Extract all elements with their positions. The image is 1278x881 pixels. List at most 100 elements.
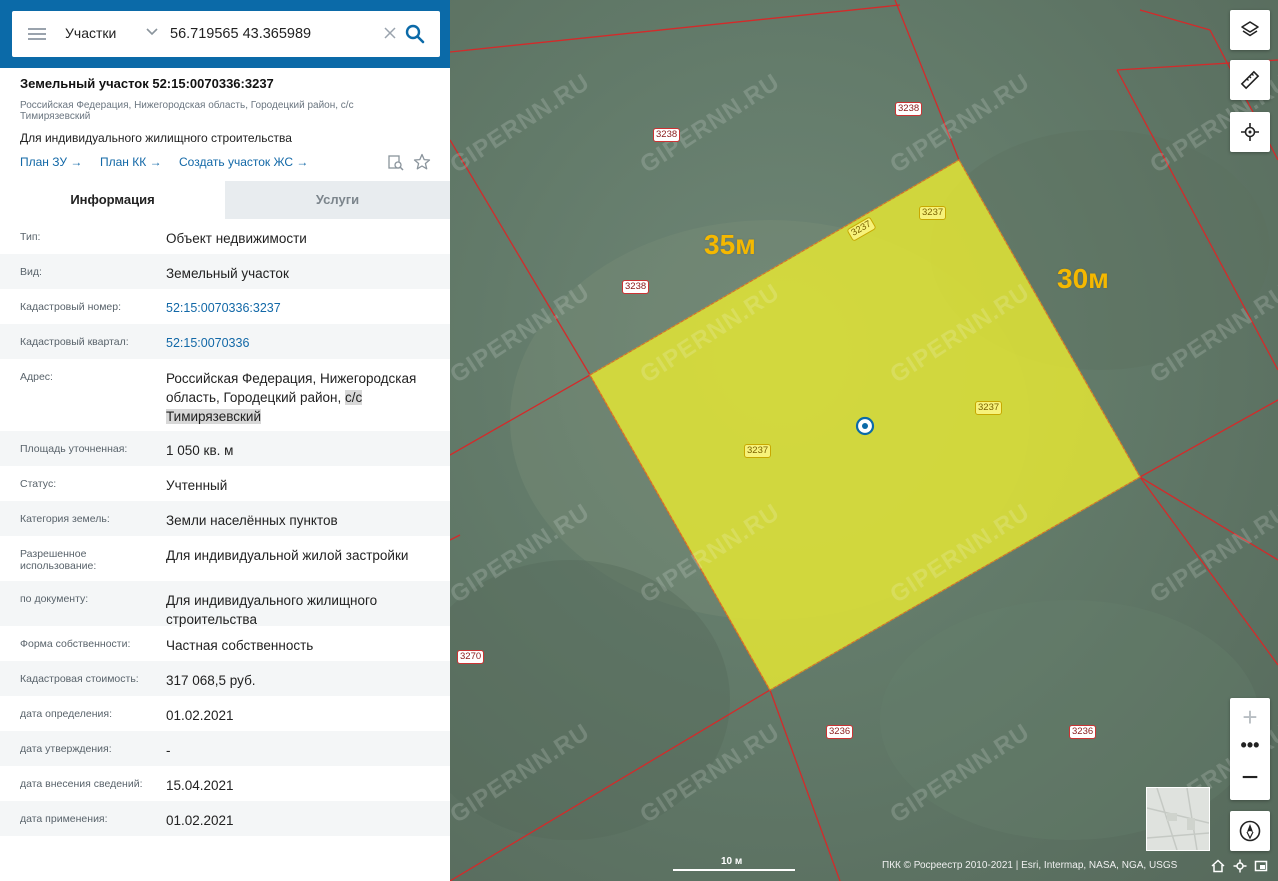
search-icon[interactable] — [405, 24, 425, 44]
clear-icon[interactable] — [383, 23, 399, 43]
object-address: Российская Федерация, Нижегородская обла… — [20, 100, 354, 122]
search-bar: Участки — [0, 0, 450, 68]
property-row: дата внесения сведений: 15.04.2021 — [0, 766, 450, 801]
property-value: Для индивидуального жилищного строительс… — [166, 593, 378, 627]
property-label: Кадастровый номер: — [20, 301, 122, 313]
plot-label[interactable]: 3238 — [622, 280, 650, 294]
property-value: Земли населённых пунктов — [166, 513, 338, 528]
property-row: Кадастровый квартал: 52:15:0070336 — [0, 324, 450, 359]
property-label: дата внесения сведений: — [20, 778, 143, 790]
compass-button[interactable] — [1230, 811, 1270, 851]
property-label: дата определения: — [20, 708, 113, 720]
plot-label[interactable]: 3237 — [975, 401, 1003, 415]
property-value: 01.02.2021 — [166, 708, 234, 723]
property-label: Разрешенное использование: — [20, 548, 97, 572]
plot-label[interactable]: 3238 — [653, 128, 681, 142]
property-row: Форма собственности: Частная собственност… — [0, 626, 450, 661]
location-icon[interactable] — [1233, 859, 1247, 873]
chevron-down-icon[interactable] — [146, 24, 160, 40]
attribution-text: ПКК © Росреестр 2010-2021 | Esri, Interm… — [882, 860, 1178, 871]
properties-list: Тип: Объект недвижимости Вид: Земельный уча… — [0, 219, 450, 836]
property-row: по документу: Для индивидуального жилищно… — [0, 581, 450, 627]
compass-icon — [1239, 820, 1261, 842]
property-row: Адрес: Российская Федерация, Нижегородска… — [0, 359, 450, 431]
dimension-label-right: 30м — [1057, 263, 1109, 294]
property-label: Кадастровый квартал: — [20, 336, 129, 348]
object-purpose: Для индивидуального жилищного строительс… — [20, 131, 292, 145]
scale-label: 10 м — [721, 856, 743, 867]
layers-icon — [1241, 21, 1259, 37]
minimap[interactable] — [1146, 787, 1210, 851]
property-value: Российская Федерация, Нижегородская обла… — [166, 369, 441, 426]
document-search-icon[interactable] — [387, 154, 405, 172]
dimension-label-top: 35м — [704, 229, 756, 260]
property-value: 317 068,5 руб. — [166, 673, 256, 688]
plot-label[interactable]: 3238 — [895, 102, 923, 116]
tabs: Информация Услуги — [0, 181, 450, 219]
property-label: Тип: — [20, 231, 41, 243]
search-box: Участки — [12, 11, 440, 57]
property-label: дата утверждения: — [20, 743, 112, 755]
scale-line — [673, 869, 795, 871]
property-value-text: Российская Федерация, Нижегородская обла… — [166, 371, 417, 405]
property-row: Тип: Объект недвижимости — [0, 219, 450, 254]
property-value: 15.04.2021 — [166, 778, 234, 793]
menu-icon[interactable] — [28, 28, 46, 40]
property-row: Статус: Учтенный — [0, 466, 450, 501]
zoom-in-button[interactable]: + — [1230, 698, 1270, 736]
scale-bar: 10 м — [673, 856, 795, 871]
crosshair-icon — [1241, 123, 1259, 141]
property-row: Категория земель: Земли населённых пункто… — [0, 501, 450, 536]
property-value: Для индивидуальной жилой застройки — [166, 548, 409, 563]
property-label: Площадь уточненная: — [20, 443, 128, 455]
zoom-out-button[interactable]: − — [1230, 760, 1270, 800]
property-value: - — [166, 743, 171, 758]
star-icon[interactable] — [413, 153, 431, 171]
property-value: 01.02.2021 — [166, 813, 234, 828]
zoom-controls: + ••• − — [1230, 698, 1270, 800]
property-row: Вид: Земельный участок — [0, 254, 450, 289]
property-row: дата определения: 01.02.2021 — [0, 696, 450, 731]
property-value: Земельный участок — [166, 266, 289, 281]
minimap-thumbnail — [1146, 787, 1210, 851]
map-view[interactable]: GIPERNN.RU GIPERNN.RU GIPERNN.RU GIPERNN… — [450, 0, 1278, 881]
fullscreen-icon[interactable] — [1254, 859, 1268, 873]
layers-button[interactable] — [1230, 10, 1270, 50]
plan-zu-link[interactable]: План ЗУ → — [20, 155, 82, 169]
plot-label[interactable]: 3237 — [744, 444, 772, 458]
search-input[interactable] — [170, 23, 380, 45]
more-button[interactable]: ••• — [1230, 736, 1270, 760]
tab-services[interactable]: Услуги — [225, 181, 450, 219]
ruler-icon — [1240, 70, 1260, 90]
measure-button[interactable] — [1230, 60, 1270, 100]
property-label: Кадастровая стоимость: — [20, 673, 139, 685]
property-row: Кадастровый номер: 52:15:0070336:3237 — [0, 289, 450, 324]
plot-label[interactable]: 3236 — [1069, 725, 1097, 739]
property-value: Учтенный — [166, 478, 228, 493]
property-value[interactable]: 52:15:0070336 — [166, 334, 441, 353]
property-value: Объект недвижимости — [166, 231, 307, 246]
object-title: Земельный участок 52:15:0070336:3237 — [20, 76, 274, 91]
property-row: дата утверждения: - — [0, 731, 450, 766]
property-label: дата применения: — [20, 813, 108, 825]
plot-label[interactable]: 3270 — [457, 650, 485, 664]
property-value: Частная собственность — [166, 638, 314, 653]
property-label: Категория земель: — [20, 513, 110, 525]
property-label: Адрес: — [20, 371, 53, 383]
property-row: дата применения: 01.02.2021 — [0, 801, 450, 836]
tab-info[interactable]: Информация — [0, 181, 225, 219]
property-row: Площадь уточненная: 1 050 кв. м — [0, 431, 450, 466]
info-panel: Участки Земельный участок 52:15:0070336:… — [0, 0, 450, 881]
locate-button[interactable] — [1230, 112, 1270, 152]
property-label: Статус: — [20, 478, 57, 490]
create-plot-link[interactable]: Создать участок ЖС → — [179, 155, 308, 169]
property-row: Разрешенное использование: Для индивидуал… — [0, 536, 450, 581]
property-value[interactable]: 52:15:0070336:3237 — [166, 299, 441, 318]
plan-kk-link[interactable]: План КК → — [100, 155, 162, 169]
property-label: Форма собственности: — [20, 638, 131, 650]
property-row: Кадастровая стоимость: 317 068,5 руб. — [0, 661, 450, 696]
plot-label[interactable]: 3237 — [919, 206, 947, 220]
property-value: 1 050 кв. м — [166, 443, 234, 458]
home-icon[interactable] — [1211, 859, 1225, 873]
plot-label[interactable]: 3236 — [826, 725, 854, 739]
